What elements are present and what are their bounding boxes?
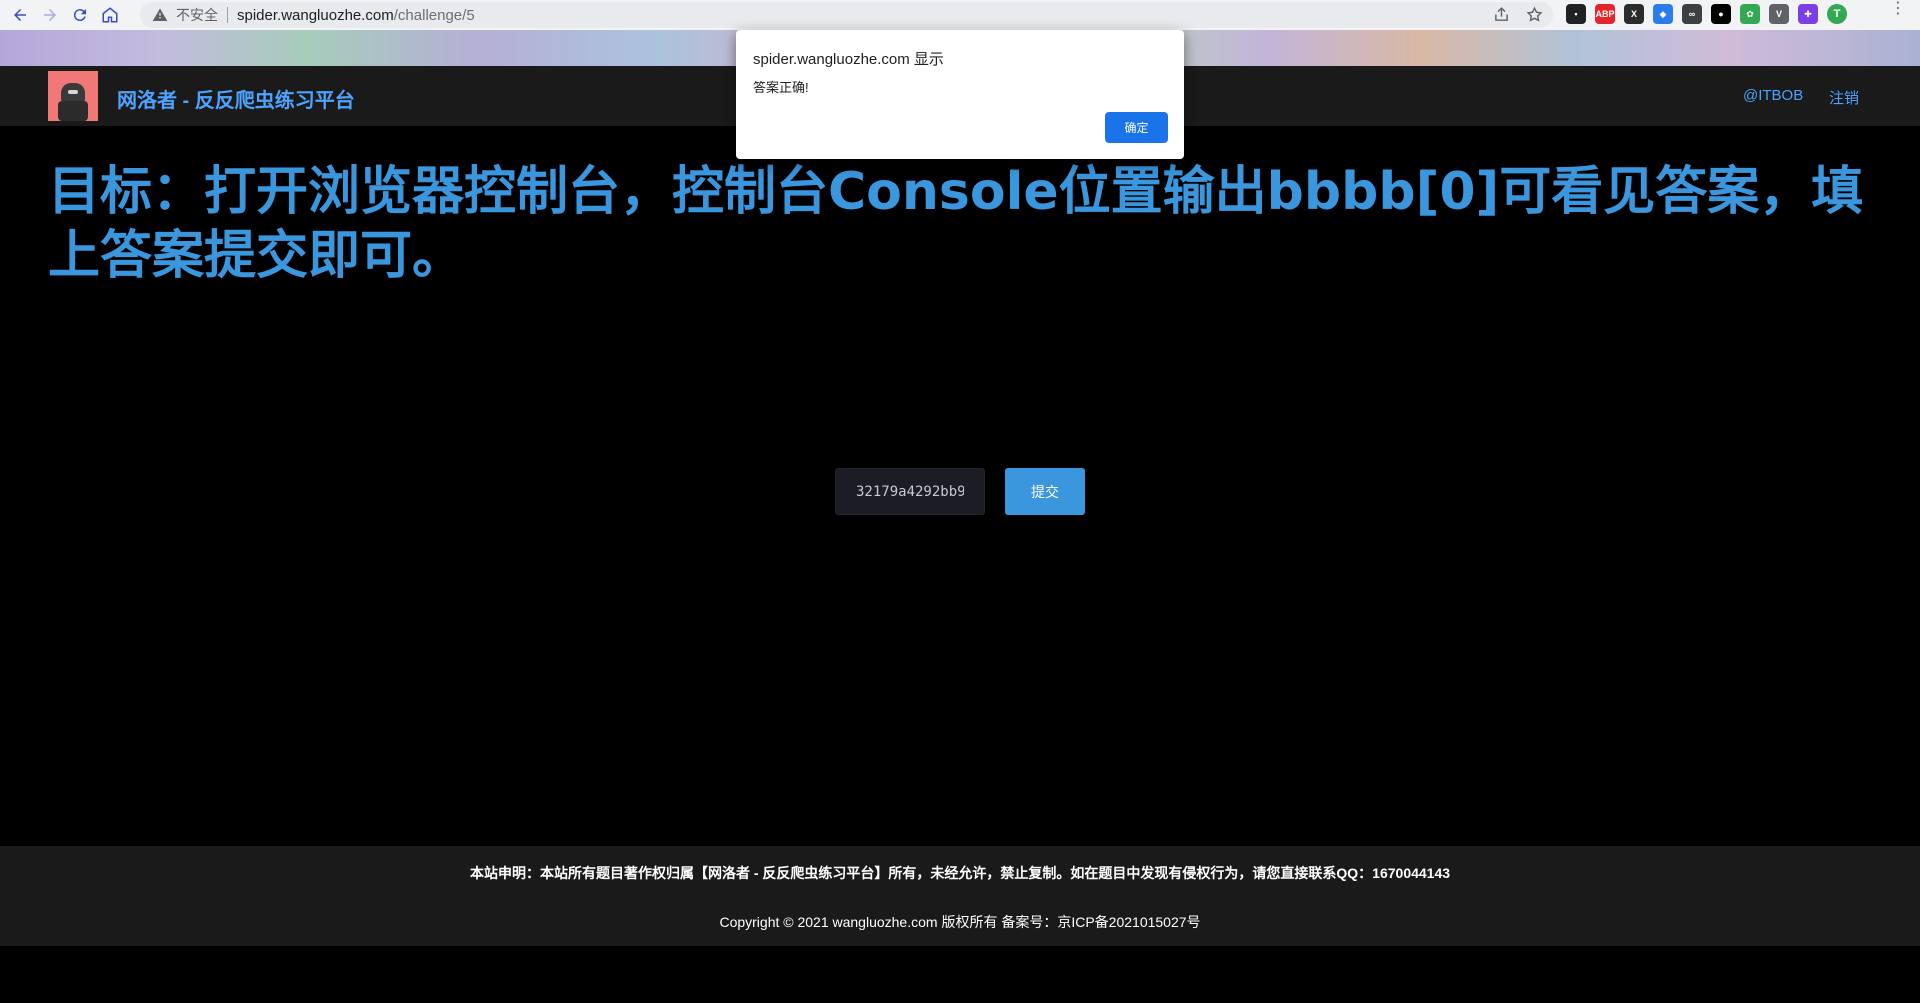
alert-dialog: spider.wangluozhe.com 显示 答案正确! 确定 [736,30,1184,159]
profile-avatar[interactable]: T [1827,4,1847,24]
answer-form: 提交 [835,468,1085,515]
ext-puzzle-icon[interactable]: ✚ [1798,4,1818,24]
alert-message: 答案正确! [753,80,809,95]
warning-icon[interactable] [152,7,168,23]
reload-icon[interactable] [68,3,92,27]
ext-abp-icon[interactable]: ABP [1595,4,1615,24]
alert-ok-button[interactable]: 确定 [1105,112,1168,143]
back-arrow-icon[interactable] [8,3,32,27]
ext-ring-icon[interactable]: ● [1711,4,1731,24]
site-footer: 本站申明：本站所有题目著作权归属【网洛者 - 反反爬虫练习平台】所有，未经允许，… [0,846,1920,946]
security-label[interactable]: 不安全 [176,5,218,25]
challenge-goal: 目标：打开浏览器控制台，控制台Console位置输出bbbb[0]可看见答案，填… [48,162,1864,286]
logout-link[interactable]: 注销 [1829,87,1859,108]
extensions-bar: ▪ ABP X ◆ ∞ ● ✿ V ✚ T [1566,4,1847,24]
ext-x-icon[interactable]: X [1624,4,1644,24]
browser-toolbar: 不安全 spider.wangluozhe.com/challenge/5 ▪ A… [0,0,1920,30]
url-host: spider.wangluozhe.com [237,6,394,24]
url-text[interactable]: spider.wangluozhe.com/challenge/5 [237,7,475,24]
submit-button[interactable]: 提交 [1005,468,1085,515]
site-title[interactable]: 网洛者 - 反反爬虫练习平台 [117,84,355,113]
forward-arrow-icon[interactable] [38,3,62,27]
share-icon[interactable] [1493,6,1510,28]
more-menu-icon[interactable]: ⋮ [1890,1,1906,17]
ext-v-icon[interactable]: V [1769,4,1789,24]
answer-input[interactable] [835,468,985,515]
ext-shield-icon[interactable]: ◆ [1653,4,1673,24]
url-path: /challenge/5 [393,6,475,24]
home-icon[interactable] [98,3,122,27]
address-divider [227,7,228,23]
address-bar[interactable]: 不安全 spider.wangluozhe.com/challenge/5 [140,2,1553,28]
footer-declaration: 本站申明：本站所有题目著作权归属【网洛者 - 反反爬虫练习平台】所有，未经允许，… [469,865,1451,881]
bookmark-star-icon[interactable] [1526,6,1543,28]
robot-logo-icon[interactable] [48,71,98,121]
footer-copyright: Copyright © 2021 wangluozhe.com 版权所有 备案号… [719,914,1201,930]
ext-link-icon[interactable]: ∞ [1682,4,1702,24]
alert-origin: spider.wangluozhe.com 显示 [753,51,944,68]
ext-ai-icon[interactable]: ✿ [1740,4,1760,24]
user-link[interactable]: @ITBOB [1743,87,1803,104]
ext-1-icon[interactable]: ▪ [1566,4,1586,24]
